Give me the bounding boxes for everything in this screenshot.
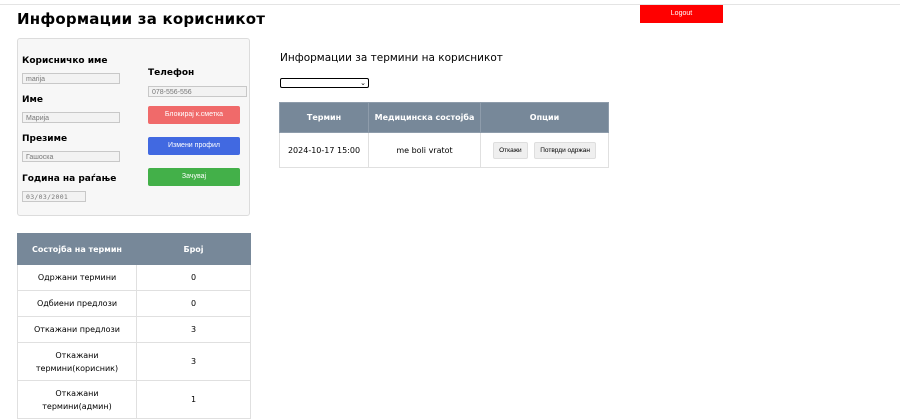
chevron-down-icon: ⌄	[360, 79, 366, 87]
stats-header-count: Број	[136, 233, 251, 265]
stats-count: 0	[136, 264, 251, 291]
stats-count: 0	[136, 290, 251, 317]
appointments-table: Термин Медицинска состојба Опции 2024-10…	[279, 102, 609, 168]
stats-count: 1	[136, 380, 251, 419]
appointment-options: Откажи Потврди одржан	[480, 132, 609, 168]
table-row: Откажани термини(админ) 1	[17, 380, 251, 419]
birthyear-field[interactable]: 03/03/2001	[22, 191, 86, 202]
table-row: Одбиени предлози 0	[17, 290, 251, 317]
username-field[interactable]: marija	[22, 73, 120, 84]
appointment-condition: me boli vratot	[368, 132, 481, 168]
username-label: Корисничко име	[22, 56, 108, 66]
phone-field[interactable]: 078-556-556	[148, 86, 247, 97]
name-label: Име	[22, 95, 43, 105]
table-row: Одржани термини 0	[17, 264, 251, 291]
stats-header-status: Состојба на термин	[17, 233, 137, 265]
page-title: Информации за корисникот	[17, 10, 266, 28]
appointment-term: 2024-10-17 15:00	[279, 132, 369, 168]
block-account-button[interactable]: Блокирај к.сметка	[148, 106, 240, 124]
stats-header-row: Состојба на термин Број	[17, 233, 251, 265]
stats-count: 3	[136, 316, 251, 343]
stats-label: Одбиени предлози	[17, 290, 137, 317]
logout-button[interactable]: Logout	[640, 5, 723, 23]
name-field[interactable]: Марија	[22, 112, 120, 123]
stats-label: Одржани термини	[17, 264, 137, 291]
appointments-header-term: Термин	[279, 102, 369, 133]
appointments-header-row: Термин Медицинска состојба Опции	[279, 102, 609, 133]
stats-label: Откажани термини(корисник)	[17, 342, 137, 381]
surname-field[interactable]: Гашоска	[22, 151, 120, 162]
table-row: 2024-10-17 15:00 me boli vratot Откажи П…	[279, 132, 609, 168]
birthyear-label: Година на раѓање	[22, 174, 117, 184]
confirm-held-button[interactable]: Потврди одржан	[534, 141, 596, 159]
stats-label: Откажани предлози	[17, 316, 137, 343]
appointments-header-condition: Медицинска состојба	[368, 102, 481, 133]
stats-count: 3	[136, 342, 251, 381]
stats-label: Откажани термини(админ)	[17, 380, 137, 419]
save-button[interactable]: Зачувај	[148, 168, 240, 186]
surname-label: Презиме	[22, 134, 68, 144]
profile-card: Корисничко име marija Име Марија Презиме…	[17, 38, 250, 216]
appointment-filter-select[interactable]: ⌄	[280, 78, 369, 88]
table-row: Откажани предлози 3	[17, 316, 251, 343]
appointments-header-options: Опции	[480, 102, 609, 133]
table-row: Откажани термини(корисник) 3	[17, 342, 251, 381]
appointment-stats-table: Состојба на термин Број Одржани термини …	[17, 233, 251, 419]
appointments-title: Информации за термини на корисникот	[280, 52, 503, 64]
phone-label: Телефон	[148, 68, 195, 78]
top-divider	[0, 4, 900, 5]
cancel-appointment-button[interactable]: Откажи	[493, 141, 528, 159]
edit-profile-button[interactable]: Измени профил	[148, 137, 240, 155]
